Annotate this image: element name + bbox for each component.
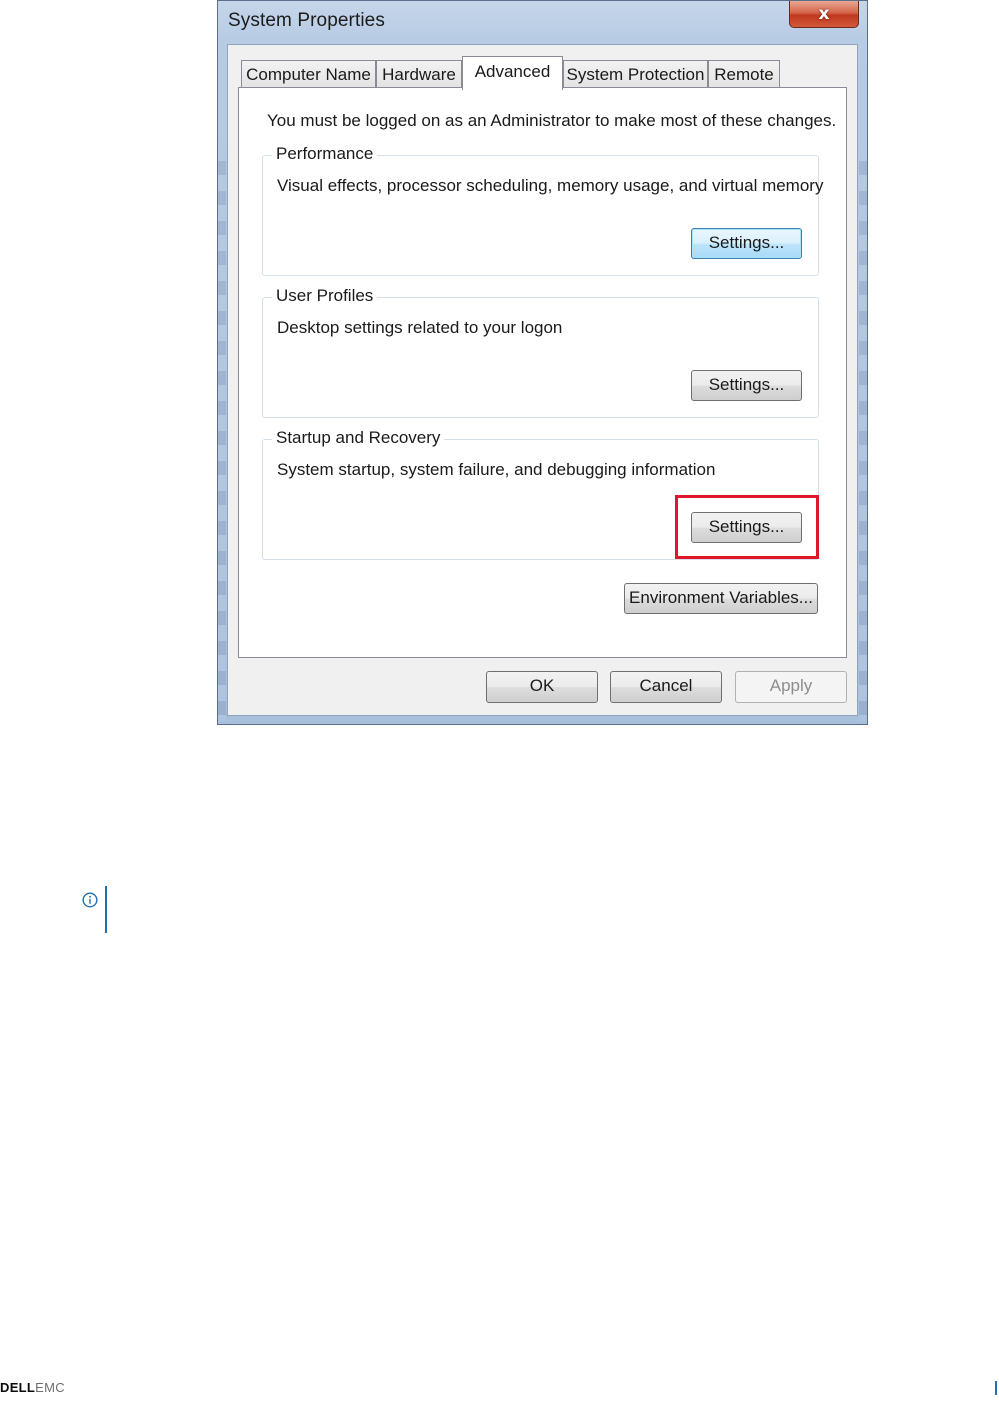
startup-recovery-description: System startup, system failure, and debu…: [277, 460, 716, 479]
info-circle-icon: [82, 892, 98, 908]
advanced-tab-panel: You must be logged on as an Administrato…: [238, 87, 847, 658]
brand-emc: EMC: [35, 1380, 65, 1395]
close-button[interactable]: x: [789, 1, 859, 28]
apply-button[interactable]: Apply: [735, 671, 847, 703]
cancel-button[interactable]: Cancel: [610, 671, 722, 703]
performance-settings-button[interactable]: Settings...: [691, 228, 802, 259]
tab-computer-name[interactable]: Computer Name: [241, 60, 376, 88]
footer-divider: [995, 1381, 997, 1395]
environment-variables-button[interactable]: Environment Variables...: [624, 583, 818, 614]
tab-hardware[interactable]: Hardware: [376, 60, 462, 88]
brand-dell: DELL: [0, 1380, 36, 1395]
performance-description: Visual effects, processor scheduling, me…: [277, 176, 824, 195]
tab-system-protection[interactable]: System Protection: [563, 60, 708, 88]
ok-button[interactable]: OK: [486, 671, 598, 703]
close-icon: x: [818, 4, 830, 24]
tab-advanced[interactable]: Advanced: [462, 56, 563, 90]
note-bar: [105, 886, 107, 933]
title-bar[interactable]: System Properties x: [218, 1, 867, 43]
startup-recovery-group-title: Startup and Recovery: [272, 428, 445, 448]
user-profiles-description: Desktop settings related to your logon: [277, 318, 563, 337]
window-title: System Properties: [228, 10, 385, 31]
user-profiles-settings-button[interactable]: Settings...: [691, 370, 802, 401]
performance-group: Performance Visual effects, processor sc…: [262, 144, 823, 276]
performance-group-title: Performance: [272, 144, 378, 164]
tab-remote[interactable]: Remote: [708, 60, 780, 88]
dell-emc-logo: DELLEMC: [0, 1380, 65, 1395]
admin-notice: You must be logged on as an Administrato…: [267, 111, 837, 130]
highlight-annotation-box: [675, 495, 819, 559]
dialog-client-area: Computer Name Hardware Advanced System P…: [227, 44, 858, 716]
user-profiles-group-title: User Profiles: [272, 286, 378, 306]
user-profiles-group: User Profiles Desktop settings related t…: [262, 286, 819, 418]
system-properties-window: System Properties x Computer Name Hardwa…: [217, 0, 868, 725]
